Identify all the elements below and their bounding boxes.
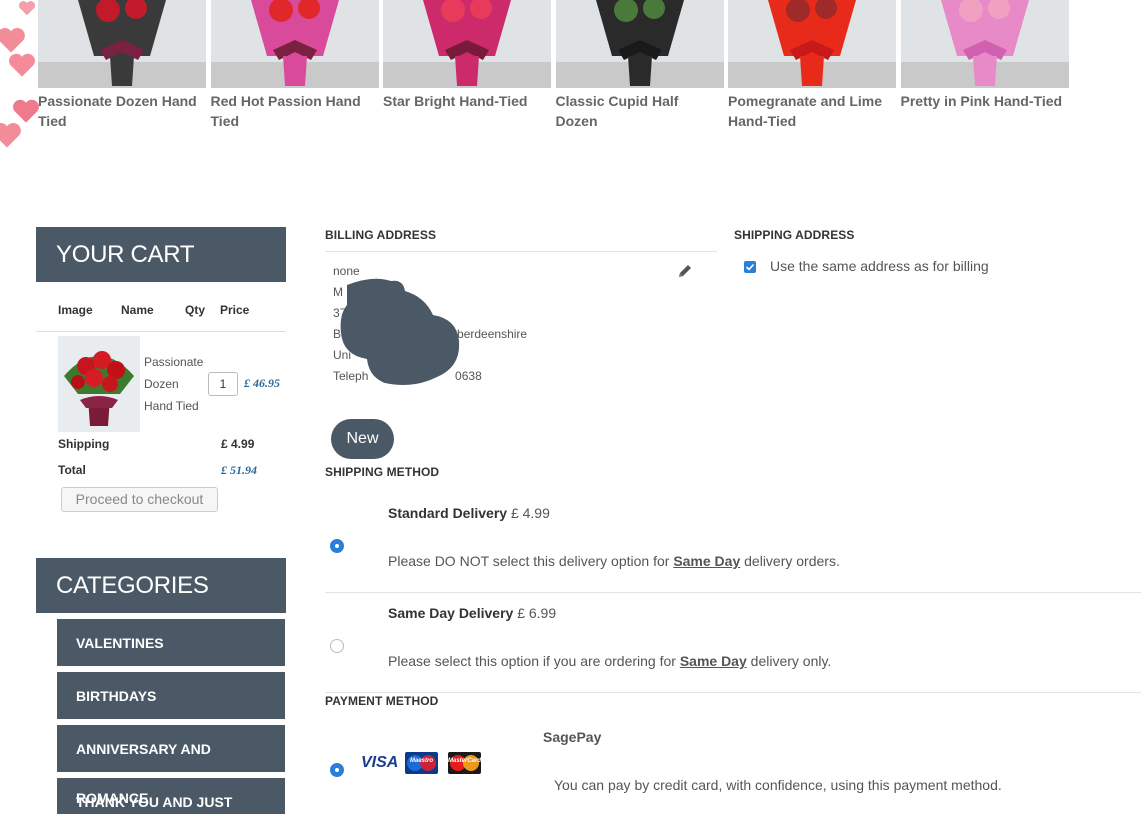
shipping-divider — [325, 692, 1141, 693]
total-label: Total — [58, 463, 86, 477]
standard-delivery-name: Standard Delivery — [388, 505, 508, 521]
desc-text: Please select this option if you are ord… — [388, 653, 680, 669]
heart-icon — [0, 26, 26, 54]
cart-item-name[interactable]: Passionate Dozen Hand Tied — [144, 351, 208, 417]
col-qty: Qty — [185, 302, 206, 317]
desc-text: delivery orders. — [740, 553, 840, 569]
col-price: Price — [220, 302, 250, 317]
product-name[interactable]: Pomegranate and Lime Hand-Tied — [728, 91, 896, 131]
desc-text: delivery only. — [746, 653, 832, 669]
related-products: Passionate Dozen Hand Tied Red Hot Passio… — [38, 0, 1073, 131]
same-day-delivery-price: £ 6.99 — [517, 605, 557, 621]
shipping-address-label: SHIPPING ADDRESS — [734, 228, 855, 242]
standard-delivery-title: Standard Delivery £ 4.99 — [388, 505, 550, 521]
cart-table: Image Name Qty Price Passionate Dozen Ha… — [36, 300, 286, 512]
cart-item-price: £ 46.95 — [244, 376, 280, 390]
desc-text: Please DO NOT select this delivery optio… — [388, 553, 674, 569]
product-card[interactable]: Star Bright Hand-Tied — [383, 0, 556, 131]
col-name: Name — [121, 302, 154, 317]
product-name[interactable]: Classic Cupid Half Dozen — [556, 91, 724, 131]
mastercard-logo: MasterCard — [448, 752, 481, 774]
product-image[interactable] — [210, 0, 379, 88]
sagepay-radio[interactable] — [330, 763, 344, 777]
category-thank-you[interactable]: THANK YOU AND JUST — [57, 778, 285, 814]
billing-divider — [325, 251, 717, 252]
categories-panel: CATEGORIES VALENTINES BIRTHDAYS ANNIVERS… — [36, 558, 286, 814]
product-name[interactable]: Passionate Dozen Hand Tied — [38, 91, 206, 131]
product-image[interactable] — [383, 0, 551, 88]
heart-icon — [0, 120, 22, 150]
cart-item-image[interactable] — [58, 335, 140, 432]
product-image[interactable] — [900, 0, 1069, 88]
standard-delivery-price: £ 4.99 — [510, 505, 550, 521]
maestro-logo: Maestro — [405, 752, 438, 774]
product-card[interactable]: Red Hot Passion Hand Tied — [210, 0, 384, 131]
product-image[interactable] — [38, 0, 206, 88]
same-address-checkbox[interactable] — [744, 261, 756, 273]
new-address-button[interactable]: New — [331, 419, 394, 459]
same-day-delivery-title: Same Day Delivery £ 6.99 — [388, 605, 556, 621]
category-valentines[interactable]: VALENTINES — [57, 619, 285, 666]
desc-emphasis: Same Day — [679, 653, 747, 669]
shipping-label: Shipping — [58, 437, 110, 451]
same-address-label[interactable]: Use the same address as for billing — [770, 258, 989, 274]
shipping-divider — [325, 592, 1141, 593]
billing-address-label: BILLING ADDRESS — [325, 228, 437, 242]
redaction-blur — [333, 275, 461, 387]
maestro-text: Maestro — [409, 758, 433, 764]
shipping-row: Shipping £ 4.99 — [36, 431, 286, 457]
cart-title: YOUR CART — [36, 227, 286, 282]
product-card[interactable]: Passionate Dozen Hand Tied — [38, 0, 211, 131]
product-image[interactable] — [728, 0, 896, 88]
cart-header-row: Image Name Qty Price — [36, 300, 286, 332]
same-day-delivery-desc: Please select this option if you are ord… — [388, 653, 831, 669]
product-card[interactable]: Pretty in Pink Hand-Tied — [900, 0, 1074, 131]
sagepay-title: SagePay — [543, 729, 602, 745]
mastercard-text: MasterCard — [448, 758, 481, 764]
sagepay-desc: You can pay by credit card, with confide… — [554, 777, 1002, 793]
col-image: Image — [58, 302, 93, 317]
visa-logo: VISA — [361, 754, 399, 771]
categories-title: CATEGORIES — [36, 558, 286, 613]
same-day-delivery-name: Same Day Delivery — [388, 605, 514, 621]
total-value: £ 51.94 — [221, 462, 257, 477]
desc-emphasis: Same Day — [673, 553, 741, 569]
category-anniversary[interactable]: ANNIVERSARY AND ROMANCE — [57, 725, 285, 806]
product-image[interactable] — [555, 0, 724, 88]
product-name[interactable]: Pretty in Pink Hand-Tied — [901, 91, 1069, 111]
product-card[interactable]: Pomegranate and Lime Hand-Tied — [728, 0, 901, 131]
edit-icon[interactable] — [677, 263, 693, 279]
standard-delivery-desc: Please DO NOT select this delivery optio… — [388, 553, 840, 569]
cart-item-row: Passionate Dozen Hand Tied 1 £ 46.95 — [36, 332, 286, 432]
standard-delivery-radio[interactable] — [330, 539, 344, 553]
heart-icon — [8, 52, 36, 78]
heart-icon — [18, 0, 36, 16]
product-name[interactable]: Red Hot Passion Hand Tied — [211, 91, 379, 131]
shipping-value: £ 4.99 — [221, 437, 255, 451]
payment-method-label: PAYMENT METHOD — [325, 694, 439, 708]
shipping-method-label: SHIPPING METHOD — [325, 465, 440, 479]
same-day-delivery-radio[interactable] — [330, 639, 344, 653]
product-name[interactable]: Star Bright Hand-Tied — [383, 91, 551, 111]
cart-panel: YOUR CART Image Name Qty Price Passionat… — [36, 227, 286, 512]
product-card[interactable]: Classic Cupid Half Dozen — [555, 0, 729, 131]
quantity-input[interactable]: 1 — [208, 371, 238, 396]
total-row: Total £ 51.94 — [36, 457, 286, 483]
checkout-button[interactable]: Proceed to checkout — [61, 487, 218, 512]
card-logos: VISA Maestro MasterCard — [361, 752, 481, 774]
category-birthdays[interactable]: BIRTHDAYS — [57, 672, 285, 719]
